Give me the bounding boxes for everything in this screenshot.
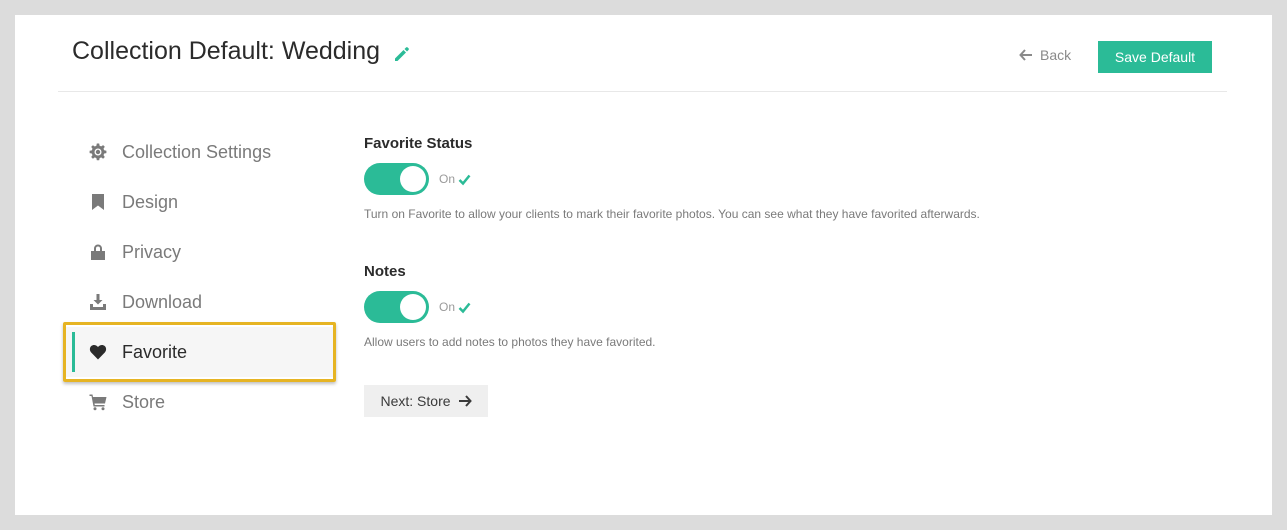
gear-icon bbox=[89, 143, 107, 161]
toggle-state-label: On bbox=[439, 300, 456, 314]
sidebar-nav: Collection Settings Design Privacy Downl… bbox=[63, 127, 336, 427]
page-title: Collection Default: Wedding bbox=[72, 37, 412, 66]
cart-icon bbox=[89, 393, 107, 411]
notes-section: Notes On Allow users to add notes to pho… bbox=[364, 263, 1214, 349]
sidebar-item-store[interactable]: Store bbox=[65, 377, 335, 427]
favorite-status-state: On bbox=[439, 172, 471, 186]
back-link[interactable]: Back bbox=[1019, 47, 1071, 63]
page-title-text: Collection Default: Wedding bbox=[72, 37, 381, 65]
sidebar-item-design[interactable]: Design bbox=[65, 177, 335, 227]
sidebar-item-label: Store bbox=[122, 391, 166, 412]
favorite-status-section: Favorite Status On Turn on Favorite to a… bbox=[364, 135, 1214, 221]
toggle-state-label: On bbox=[439, 172, 456, 186]
pencil-icon[interactable] bbox=[392, 42, 412, 62]
back-label: Back bbox=[1040, 47, 1072, 63]
sidebar-item-label: Favorite bbox=[122, 341, 188, 362]
sidebar-item-label: Collection Settings bbox=[122, 141, 272, 162]
notes-state: On bbox=[439, 300, 471, 314]
favorite-settings: Favorite Status On Turn on Favorite to a… bbox=[364, 135, 1214, 417]
sidebar-item-privacy[interactable]: Privacy bbox=[65, 227, 335, 277]
save-default-button[interactable]: Save Default bbox=[1098, 41, 1212, 73]
arrow-left-icon bbox=[1019, 49, 1032, 61]
favorite-status-help: Turn on Favorite to allow your clients t… bbox=[364, 207, 980, 221]
next-store-button[interactable]: Next: Store bbox=[364, 385, 488, 417]
next-label: Next: Store bbox=[380, 393, 451, 409]
favorite-status-title: Favorite Status bbox=[364, 135, 473, 152]
notes-title: Notes bbox=[364, 263, 406, 280]
download-icon bbox=[89, 293, 107, 311]
check-icon bbox=[458, 174, 471, 185]
sidebar-item-label: Download bbox=[122, 291, 203, 312]
favorite-status-toggle[interactable] bbox=[364, 163, 429, 195]
header-divider bbox=[58, 91, 1227, 92]
notes-help: Allow users to add notes to photos they … bbox=[364, 335, 656, 349]
heart-icon bbox=[89, 343, 107, 361]
sidebar-item-label: Privacy bbox=[122, 241, 182, 262]
sidebar-item-label: Design bbox=[122, 191, 179, 212]
lock-icon bbox=[89, 243, 107, 261]
settings-panel: Collection Default: Wedding Back Save De… bbox=[15, 15, 1272, 515]
sidebar-item-download[interactable]: Download bbox=[65, 277, 335, 327]
notes-toggle[interactable] bbox=[364, 291, 429, 323]
sidebar-item-favorite[interactable]: Favorite bbox=[65, 327, 335, 377]
favorite-status-row: On bbox=[364, 163, 1214, 195]
check-icon bbox=[458, 302, 471, 313]
toggle-knob bbox=[400, 294, 426, 320]
bookmark-icon bbox=[89, 193, 107, 211]
sidebar-item-collection-settings[interactable]: Collection Settings bbox=[65, 127, 335, 177]
notes-row: On bbox=[364, 291, 1214, 323]
toggle-knob bbox=[400, 166, 426, 192]
arrow-right-icon bbox=[458, 395, 472, 407]
